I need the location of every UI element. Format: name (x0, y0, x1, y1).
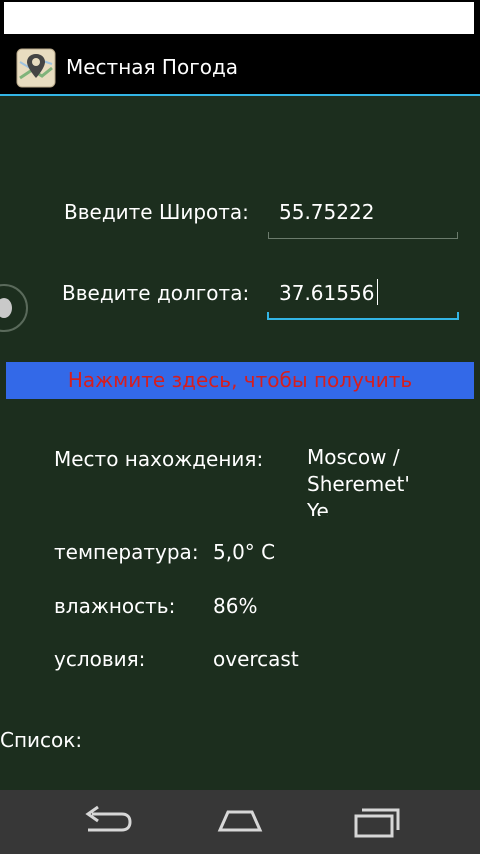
handle-knob-icon (0, 298, 12, 318)
fetch-weather-button[interactable]: Нажмите здесь, чтобы получить (6, 362, 474, 399)
home-icon[interactable] (210, 804, 270, 840)
list-label: Список: (0, 728, 83, 752)
longitude-input[interactable]: 37.61556 (279, 281, 374, 305)
location-value: Moscow / Sheremet' Ye (307, 445, 410, 516)
status-bar (0, 0, 480, 40)
location-label: Место нахождения: (54, 447, 264, 471)
humidity-value: 86% (213, 594, 258, 618)
app-title: Местная Погода (66, 55, 239, 79)
conditions-label: условия: (54, 647, 146, 671)
map-pin-icon[interactable] (16, 48, 56, 88)
latitude-input-underline (268, 238, 458, 239)
main-content: Введите Широта: 55.75222 Введите долгота… (0, 96, 480, 790)
recent-apps-icon[interactable] (344, 804, 404, 840)
navigation-bar (0, 790, 480, 854)
longitude-input-edge-left (267, 312, 269, 318)
status-bar-area (4, 2, 474, 34)
latitude-input[interactable]: 55.75222 (279, 200, 374, 224)
latitude-input-edge-left (268, 232, 269, 238)
side-panel-handle[interactable] (0, 284, 28, 332)
longitude-input-edge-right (457, 312, 459, 318)
back-icon[interactable] (76, 804, 136, 840)
longitude-input-underline (267, 318, 459, 320)
latitude-input-edge-right (457, 232, 458, 238)
action-bar: Местная Погода (0, 40, 480, 96)
latitude-label: Введите Широта: (64, 200, 249, 224)
temperature-label: температура: (54, 540, 199, 564)
text-cursor (377, 279, 378, 305)
humidity-label: влажность: (54, 594, 176, 618)
temperature-value: 5,0° C (213, 540, 276, 564)
longitude-label: Введите долгота: (62, 281, 250, 305)
conditions-value: overcast (213, 647, 299, 671)
